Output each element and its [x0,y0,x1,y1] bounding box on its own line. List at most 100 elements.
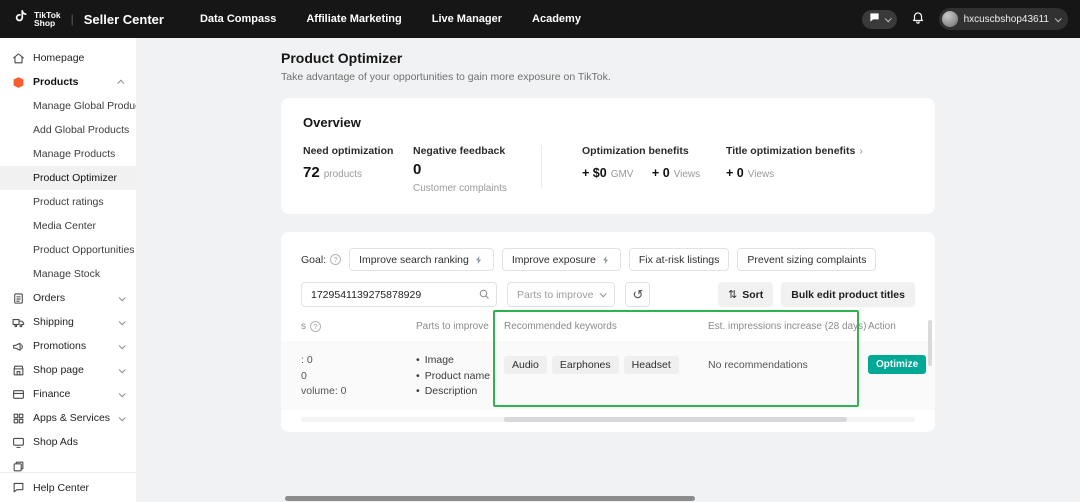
brand-line2: Shop [34,19,61,28]
table-header-impressions: Est. impressions increase (28 days) ? [708,321,868,332]
help-chat-icon [12,481,25,494]
brand-text: TikTok Shop [34,11,61,28]
keyword-chip[interactable]: Earphones [552,356,619,374]
stat-negative-feedback: Negative feedback 0 Customer complaints [413,145,541,194]
cell-metrics: : 0 0 volume: 0 [301,353,416,400]
goal-label: Goal: ? [301,254,341,266]
table-header-action: Action [868,321,928,332]
sidebar-item-product-ratings[interactable]: Product ratings [0,190,136,214]
table-horizontal-scrollbar [301,417,915,422]
sidebar-item-products[interactable]: Products [0,70,136,94]
topbar-nav-affiliate-marketing[interactable]: Affiliate Marketing [306,13,401,25]
sidebar-item-manage-global-products[interactable]: Manage Global Products [0,94,136,118]
cell-impressions-increase: No recommendations [708,353,868,400]
undo-icon: ↺ [633,287,644,303]
screen: TikTok Shop | Seller Center Data Compass… [0,0,1080,502]
goal-filter-row: Goal: ? Improve search ranking Improve e… [281,248,935,271]
table-header-keywords: Recommended keywords [504,321,708,332]
account-menu[interactable]: hxcuscbshop43611 [939,8,1068,30]
stat-title-benefits[interactable]: Title optimization benefits › + 0Views [726,145,863,182]
table-header-metrics: s ? [301,321,416,332]
page-title: Product Optimizer [281,50,935,66]
sidebar-item-manage-products[interactable]: Manage Products [0,142,136,166]
app-title: Seller Center [84,12,164,27]
finance-card-icon [12,388,25,401]
keyword-chip[interactable]: Audio [504,356,547,374]
reset-filters-button[interactable]: ↺ [625,282,650,307]
goal-improve-exposure-button[interactable]: Improve exposure [502,248,621,271]
page-horizontal-scrollbar-thumb[interactable] [285,496,695,501]
optimize-button[interactable]: Optimize [868,355,926,374]
sidebar-item-shipping[interactable]: Shipping [0,310,136,334]
cell-recommended-keywords: Audio Earphones Headset [504,353,708,400]
sidebar-item-help-center[interactable]: Help Center [0,472,136,502]
overview-stats: Need optimization 72products Negative fe… [303,145,913,194]
parts-to-improve-dropdown[interactable]: Parts to improve [507,282,615,307]
search-input[interactable] [301,282,497,307]
products-box-icon [12,76,25,89]
sidebar-item-manage-stock[interactable]: Manage Stock [0,262,136,286]
boost-icon [474,255,484,265]
help-question-icon[interactable]: ? [310,321,321,332]
chevron-down-icon [600,290,607,297]
messages-button[interactable] [862,10,897,29]
search-icon[interactable] [478,288,490,300]
ads-monitor-icon [12,436,25,449]
sidebar-item-orders[interactable]: Orders [0,286,136,310]
account-name: hxcuscbshop43611 [964,14,1049,25]
chevron-down-icon [119,318,126,325]
stat-optimization-benefits: Optimization benefits + $0GMV + 0Views [582,145,726,182]
bulk-edit-product-titles-button[interactable]: Bulk edit product titles [781,282,915,307]
sidebar-item-media-center[interactable]: Media Center [0,214,136,238]
topbar-nav: Data Compass Affiliate Marketing Live Ma… [200,13,581,25]
topbar-right: hxcuscbshop43611 [862,8,1068,30]
sidebar-item-homepage[interactable]: Homepage [0,46,136,70]
overview-title: Overview [303,115,913,130]
negative-feedback-value: 0 [413,161,541,178]
chevron-up-icon [117,79,124,86]
chevron-down-icon [119,294,126,301]
tiktok-logo-icon [12,8,29,30]
topbar: TikTok Shop | Seller Center Data Compass… [0,0,1080,38]
stats-divider [541,146,542,188]
sidebar-item-shop-page[interactable]: Shop page [0,358,136,382]
table-header-parts: Parts to improve [416,321,504,332]
layers-icon [12,460,25,473]
sort-icon: ⇅ [728,288,737,301]
boost-icon [601,255,611,265]
sidebar-item-product-opportunities[interactable]: Product Opportunities [0,238,136,262]
chat-bubble-icon [869,10,880,28]
sidebar-item-add-global-products[interactable]: Add Global Products [0,118,136,142]
table-header-row: s ? Parts to improve Recommended keyword… [281,321,935,341]
avatar [942,11,958,27]
sidebar-item-finance[interactable]: Finance [0,382,136,406]
table-row[interactable]: : 0 0 volume: 0 •Image •Product name •De… [281,341,935,410]
notifications-bell-icon[interactable] [911,10,925,29]
topbar-nav-academy[interactable]: Academy [532,13,581,25]
sidebar-item-shop-ads[interactable]: Shop Ads [0,430,136,454]
sort-button[interactable]: ⇅ Sort [718,282,773,307]
sidebar: Homepage Products Manage Global Products… [0,38,136,502]
goal-fix-at-risk-listings-button[interactable]: Fix at-risk listings [629,248,730,271]
table-vertical-scrollbar-thumb[interactable] [928,320,932,366]
keyword-chip[interactable]: Headset [624,356,679,374]
chevron-down-icon [884,15,891,22]
sidebar-item-promotions[interactable]: Promotions [0,334,136,358]
search-filter-row: Parts to improve ↺ ⇅ Sort Bulk edit prod… [281,282,935,307]
tiktok-shop-logo[interactable]: TikTok Shop [12,8,61,30]
sidebar-item-apps-services[interactable]: Apps & Services [0,406,136,430]
search-box [301,282,497,307]
sidebar-item-product-optimizer[interactable]: Product Optimizer [0,166,136,190]
stat-need-optimization: Need optimization 72products [303,145,413,182]
chevron-down-icon [119,390,126,397]
topbar-nav-data-compass[interactable]: Data Compass [200,13,276,25]
topbar-nav-live-manager[interactable]: Live Manager [432,13,502,25]
goal-prevent-sizing-complaints-button[interactable]: Prevent sizing complaints [737,248,876,271]
table-horizontal-scrollbar-thumb[interactable] [504,417,848,422]
orders-clipboard-icon [12,292,25,305]
help-question-icon[interactable]: ? [330,254,341,265]
goal-improve-search-ranking-button[interactable]: Improve search ranking [349,248,494,271]
cell-action: Optimize [868,353,928,400]
overview-card: Overview Need optimization 72products Ne… [281,98,935,214]
chevron-down-icon [119,366,126,373]
